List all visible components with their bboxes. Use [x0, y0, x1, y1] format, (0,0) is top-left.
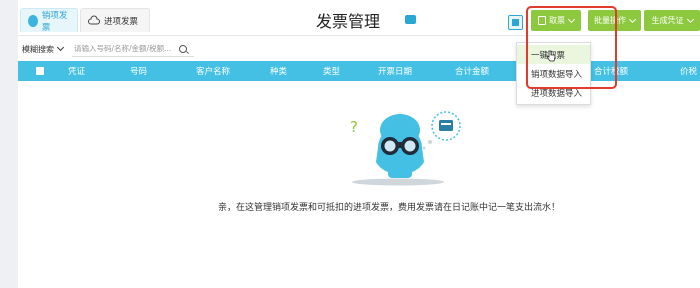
- column-price-tax[interactable]: 价税: [680, 65, 697, 77]
- column-number[interactable]: 号码: [130, 65, 147, 77]
- empty-state-illustration: ?: [350, 111, 461, 186]
- fetch-invoice-label: 取票: [549, 16, 565, 25]
- select-all-checkbox[interactable]: [36, 67, 44, 75]
- search-input[interactable]: [72, 40, 194, 57]
- tab-sales-invoice[interactable]: 销项发票: [20, 8, 78, 33]
- header-bar: 销项发票 进项发票 发票管理 取票 批量操作 生成凭证: [18, 0, 700, 36]
- generate-voucher-label: 生成凭证: [651, 16, 684, 25]
- chevron-down-icon: [686, 15, 694, 23]
- column-total-tax[interactable]: 合计税额: [594, 65, 628, 77]
- layout-toggle-icon[interactable]: [508, 15, 523, 30]
- tab-purchase-label: 进项发票: [104, 16, 139, 27]
- cloud-tab-icon: [88, 15, 100, 27]
- video-help-icon[interactable]: [405, 15, 416, 24]
- table-header: 凭证 号码 客户名称 种类 类型 开票日期 合计金额 合计税额 价税: [18, 61, 700, 81]
- search-icon[interactable]: [179, 45, 187, 53]
- batch-operation-label: 批量操作: [594, 16, 626, 25]
- column-type[interactable]: 类型: [323, 65, 340, 77]
- invoice-page: 销项发票 进项发票 发票管理 取票 批量操作 生成凭证 模糊搜索 请输入号码/名…: [18, 0, 700, 288]
- chevron-down-icon: [628, 15, 637, 23]
- svg-text:?: ?: [350, 118, 358, 136]
- column-invoice-date[interactable]: 开票日期: [378, 65, 412, 77]
- chevron-down-icon: [567, 15, 576, 23]
- page-title: 发票管理: [316, 12, 381, 31]
- filter-row: 模糊搜索: [18, 37, 700, 61]
- generate-voucher-button[interactable]: 生成凭证: [644, 10, 700, 31]
- empty-state-message: 亲，在这管理销项发票和可抵扣的进项发票，费用发票请在日记账中记一笔支出流水！: [218, 203, 561, 213]
- column-voucher[interactable]: 凭证: [68, 65, 85, 77]
- batch-operation-button[interactable]: 批量操作: [588, 10, 641, 31]
- menu-item-sales-import[interactable]: 销项数据导入: [517, 64, 590, 83]
- column-customer-name[interactable]: 客户名称: [196, 65, 230, 77]
- menu-item-purchase-import[interactable]: 进项数据导入: [517, 83, 590, 102]
- column-category[interactable]: 种类: [270, 65, 287, 77]
- fetch-invoice-button[interactable]: 取票: [531, 10, 581, 31]
- tab-sales-label: 销项发票: [41, 10, 68, 33]
- hand-cursor-icon: [546, 50, 556, 62]
- invoice-tab-icon: [28, 14, 38, 27]
- chevron-down-icon: [56, 43, 65, 52]
- document-icon: [538, 16, 546, 25]
- column-total-amount[interactable]: 合计金额: [455, 65, 489, 77]
- tab-purchase-invoice[interactable]: 进项发票: [80, 8, 150, 32]
- search-mode-label: 模糊搜索: [22, 44, 54, 54]
- search-mode-select[interactable]: 模糊搜索: [22, 41, 65, 57]
